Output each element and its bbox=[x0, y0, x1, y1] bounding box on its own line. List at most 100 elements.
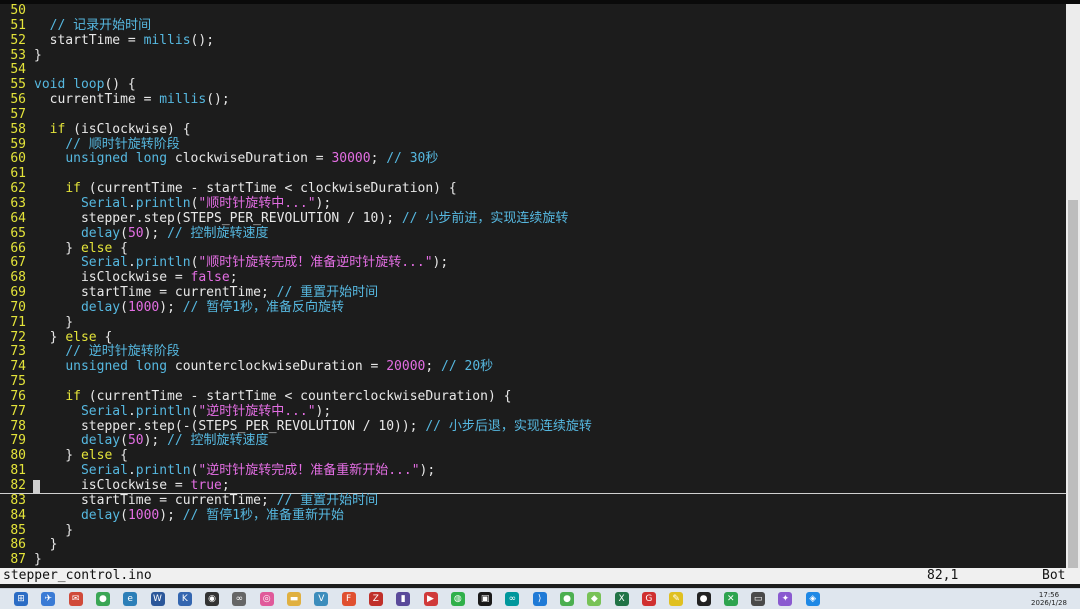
code-line[interactable]: 69 startTime = currentTime; // 重置开始时间 bbox=[0, 285, 1066, 301]
code-line[interactable]: 77 Serial.println("逆时针旋转中..."); bbox=[0, 403, 1066, 420]
chrome-icon[interactable]: ● bbox=[95, 592, 110, 606]
status-bar: stepper_control.ino 82,1 Bot bbox=[0, 568, 1080, 584]
code-line[interactable]: 64 stepper.step(STEPS_PER_REVOLUTION / 1… bbox=[0, 210, 1066, 227]
excel-icon[interactable]: X bbox=[614, 592, 629, 606]
vscode-icon[interactable]: ⟩ bbox=[532, 592, 547, 606]
line-number: 64 bbox=[10, 210, 26, 226]
panda-icon[interactable]: ◉ bbox=[205, 592, 220, 606]
code-line[interactable]: 63 Serial.println("顺时针旋转中..."); bbox=[0, 196, 1066, 212]
code-line[interactable]: 86 } bbox=[0, 537, 1066, 553]
chat-icon[interactable]: ◍ bbox=[450, 592, 465, 606]
code-token: } bbox=[34, 448, 81, 464]
filezilla-icon[interactable]: Z bbox=[368, 592, 383, 606]
terminal-icon[interactable]: ▣ bbox=[478, 592, 493, 606]
vb-icon[interactable]: V bbox=[314, 592, 329, 606]
code-text: Serial.println("顺时针旋转中..."); bbox=[34, 196, 331, 211]
ai-app-icon[interactable]: ✦ bbox=[778, 592, 793, 606]
code-line[interactable]: 61 bbox=[0, 166, 1066, 182]
taskbar-clock[interactable]: 17:56 2026/1/28 bbox=[1024, 591, 1074, 607]
code-text: if (currentTime - startTime < clockwiseD… bbox=[34, 181, 456, 196]
taskbar: 17:56 2026/1/28 ⊞ ✈ ✉ ● e W K ◉ ∞ ◎ ▬ V F Z ▮ ▶ ◍ ▣ ∞ ⟩ ● ◆ X G… bbox=[0, 588, 1080, 609]
flag-icon[interactable]: ▶ bbox=[423, 592, 438, 606]
code-token: Serial bbox=[80, 403, 128, 419]
code-token: Serial bbox=[80, 255, 128, 271]
arrow-app-icon[interactable]: ✈ bbox=[41, 592, 56, 606]
pig-icon[interactable]: ◎ bbox=[259, 592, 274, 606]
code-token: . bbox=[127, 195, 136, 211]
code-line[interactable]: 81 Serial.println("逆时针旋转完成！准备重新开始..."); bbox=[0, 463, 1066, 479]
code-token: ); bbox=[159, 299, 183, 315]
code-line[interactable]: 55 void loop() { bbox=[0, 77, 1066, 93]
edge-icon[interactable]: e bbox=[123, 592, 138, 606]
pencil-icon[interactable]: ✎ bbox=[669, 592, 684, 606]
mail-app-icon[interactable]: ✉ bbox=[68, 592, 83, 606]
line-number: 76 bbox=[10, 388, 26, 404]
code-token: ); bbox=[315, 403, 332, 419]
code-line[interactable]: 52 startTime = millis(); bbox=[0, 33, 1066, 49]
code-line[interactable]: 68 isClockwise = false; bbox=[0, 270, 1066, 286]
code-text: startTime = millis(); bbox=[34, 33, 214, 48]
x-app-icon[interactable]: ✕ bbox=[723, 592, 738, 606]
code-token: { bbox=[112, 448, 128, 464]
code-line[interactable]: 85 } bbox=[0, 523, 1066, 539]
glasses-icon[interactable]: ∞ bbox=[232, 592, 247, 606]
word-icon[interactable]: W bbox=[150, 592, 165, 606]
code-token: } bbox=[34, 329, 66, 345]
android-icon[interactable]: ◆ bbox=[587, 592, 602, 606]
code-line[interactable]: 50 bbox=[0, 4, 1066, 19]
monitor-icon[interactable]: ▭ bbox=[751, 592, 766, 606]
code-line[interactable]: 73 // 逆时针旋转阶段 bbox=[0, 344, 1066, 360]
code-token: // 逆时针旋转阶段 bbox=[65, 344, 180, 360]
code-line[interactable]: 51 // 记录开始时间 bbox=[0, 18, 1066, 34]
code-token: ( bbox=[120, 225, 128, 241]
code-line[interactable]: 54 bbox=[0, 63, 1066, 78]
code-line[interactable]: 58 if (isClockwise) { bbox=[0, 122, 1066, 138]
code-line[interactable]: 59 // 顺时针旋转阶段 bbox=[0, 137, 1066, 153]
scrollbar-thumb[interactable] bbox=[1068, 200, 1078, 568]
github-icon[interactable]: ● bbox=[696, 592, 711, 606]
code-line[interactable]: 83 startTime = currentTime; // 重置开始时间 bbox=[0, 493, 1066, 509]
ki-app-icon[interactable]: K bbox=[177, 592, 192, 606]
code-line[interactable]: 82 isClockwise = true; bbox=[0, 478, 1066, 494]
code-line[interactable]: 84 delay(1000); // 暂停1秒，准备重新开始 bbox=[0, 507, 1066, 524]
code-token: currentTime = bbox=[34, 92, 160, 108]
code-line[interactable]: 53} bbox=[0, 48, 1066, 64]
doc-app-icon[interactable]: ▮ bbox=[396, 592, 411, 606]
code-line[interactable]: 56 currentTime = millis(); bbox=[0, 92, 1066, 108]
code-line[interactable]: 65 delay(50); // 控制旋转速度 bbox=[0, 225, 1066, 242]
code-line[interactable]: 80 } else { bbox=[0, 448, 1066, 464]
vertical-scrollbar[interactable] bbox=[1066, 4, 1080, 568]
code-line[interactable]: 87} bbox=[0, 552, 1066, 568]
code-token: ); bbox=[159, 507, 183, 523]
folder-icon[interactable]: ▬ bbox=[287, 592, 301, 606]
code-line[interactable]: 67 Serial.println("顺时针旋转完成！准备逆时针旋转..."); bbox=[0, 255, 1066, 271]
g-app-icon[interactable]: G bbox=[641, 592, 656, 606]
code-line[interactable]: 71 } bbox=[0, 315, 1066, 331]
code-token: println bbox=[135, 255, 191, 271]
code-line[interactable]: 74 unsigned long counterclockwiseDuratio… bbox=[0, 359, 1066, 375]
code-line[interactable]: 60 unsigned long clockwiseDuration = 300… bbox=[0, 152, 1066, 167]
code-line[interactable]: 79 delay(50); // 控制旋转速度 bbox=[0, 434, 1066, 449]
code-line[interactable]: 57 bbox=[0, 106, 1066, 123]
code-token: loop bbox=[73, 77, 105, 93]
line-number: 57 bbox=[10, 106, 26, 122]
green-app-icon[interactable]: ● bbox=[560, 592, 574, 606]
active-app-icon[interactable]: ◈ bbox=[805, 592, 820, 606]
code-text: unsigned long counterclockwiseDuration =… bbox=[34, 359, 493, 374]
code-token: "逆时针旋转完成！准备重新开始..." bbox=[198, 463, 420, 479]
code-editor[interactable]: 50 51 // 记录开始时间 52 startTime = millis(); 53… bbox=[0, 4, 1066, 568]
line-number: 73 bbox=[10, 344, 26, 360]
start-icon[interactable]: ⊞ bbox=[14, 592, 28, 606]
code-line[interactable]: 75 bbox=[0, 374, 1066, 390]
f-app-icon[interactable]: F bbox=[341, 592, 356, 606]
line-number: 68 bbox=[10, 270, 26, 286]
code-line[interactable]: 76 if (currentTime - startTime < counter… bbox=[0, 388, 1066, 405]
code-line[interactable]: 70 delay(1000); // 暂停1秒，准备反向旋转 bbox=[0, 299, 1066, 316]
code-token: ); bbox=[419, 463, 436, 479]
arduino-icon[interactable]: ∞ bbox=[505, 592, 520, 606]
line-number: 54 bbox=[10, 62, 26, 78]
code-line[interactable]: 62 if (currentTime - startTime < clockwi… bbox=[0, 181, 1066, 197]
